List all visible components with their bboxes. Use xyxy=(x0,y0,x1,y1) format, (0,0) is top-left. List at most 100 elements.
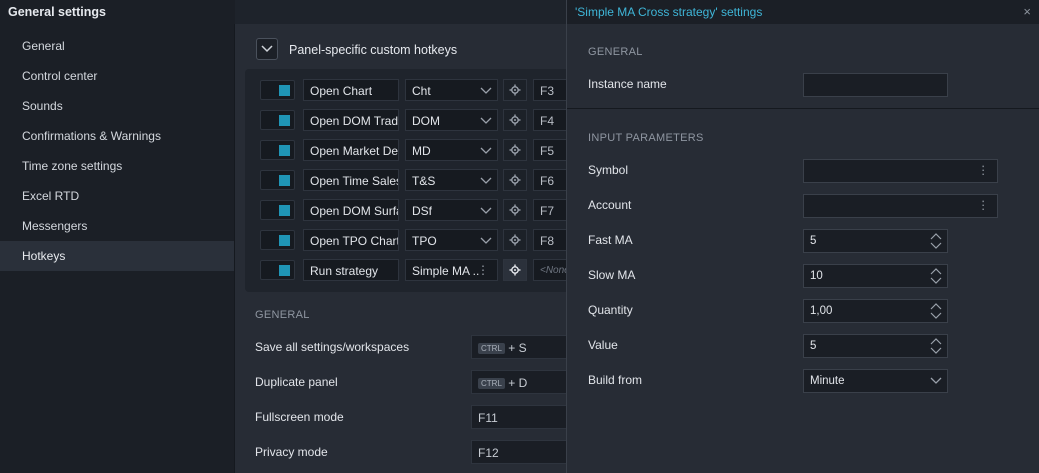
dialog-header: 'Simple MA Cross strategy' settings × xyxy=(567,0,1039,24)
sidebar-item-hotkeys[interactable]: Hotkeys xyxy=(0,241,234,271)
hotkey-toggle[interactable] xyxy=(260,80,295,100)
strategy-settings-dialog: 'Simple MA Cross strategy' settings × GE… xyxy=(566,0,1039,473)
dialog-general-label: GENERAL xyxy=(588,46,643,58)
hotkey-toggle[interactable] xyxy=(260,200,295,220)
hotkey-toggle[interactable] xyxy=(260,110,295,130)
more-options-icon[interactable]: ⋮ xyxy=(477,263,489,277)
hotkey-value: F11 xyxy=(478,411,498,425)
hotkey-panel-value: T&S xyxy=(412,174,436,188)
general-section-label: GENERAL xyxy=(255,309,310,321)
fullscreen-mode-hotkey-field[interactable]: F11 xyxy=(471,405,581,429)
fullscreen-mode-label: Fullscreen mode xyxy=(255,410,344,424)
hotkey-settings-button[interactable] xyxy=(503,169,527,191)
hotkey-row: Open Time Sales T&S F6 xyxy=(260,169,593,191)
hotkey-name-field[interactable]: Open DOM Trad xyxy=(303,109,399,131)
more-options-icon[interactable]: ⋮ xyxy=(978,198,990,212)
instance-name-input[interactable] xyxy=(803,73,948,97)
duplicate-panel-label: Duplicate panel xyxy=(255,375,338,389)
hotkey-toggle[interactable] xyxy=(260,230,295,250)
strategy-value: Simple MA .. xyxy=(412,264,480,278)
gear-icon xyxy=(509,84,521,96)
sidebar-item-confirmations[interactable]: Confirmations & Warnings xyxy=(0,121,234,151)
build-from-select[interactable]: Minute xyxy=(803,369,948,393)
hotkey-panel-value: TPO xyxy=(412,234,437,248)
hotkey-row: Open Market De MD F5 xyxy=(260,139,593,161)
sidebar-item-excel-rtd[interactable]: Excel RTD xyxy=(0,181,234,211)
hotkey-name-field[interactable]: Open Market De xyxy=(303,139,399,161)
spinner-icon xyxy=(930,268,942,284)
value-label: Value xyxy=(588,338,618,352)
strategy-settings-button[interactable] xyxy=(503,259,527,281)
quantity-stepper[interactable]: 1,00 xyxy=(803,299,948,323)
hotkey-name-field[interactable]: Open Time Sales xyxy=(303,169,399,191)
divider xyxy=(567,108,1039,109)
hotkey-toggle[interactable] xyxy=(260,170,295,190)
hotkey-toggle[interactable] xyxy=(260,140,295,160)
gear-icon xyxy=(509,144,521,156)
close-icon[interactable]: × xyxy=(1023,4,1031,19)
dialog-title: 'Simple MA Cross strategy' settings xyxy=(575,5,763,19)
hotkeys-panel: Panel-specific custom hotkeys Open Chart… xyxy=(235,0,593,473)
hotkey-row: Open DOM Surfa DSf F7 xyxy=(260,199,593,221)
chevron-down-icon xyxy=(480,117,492,124)
hotkey-name-field[interactable]: Open DOM Surfa xyxy=(303,199,399,221)
save-settings-hotkey-field[interactable]: CTRL + S xyxy=(471,335,581,359)
hotkey-toggle[interactable] xyxy=(260,260,295,280)
input-parameters-label: INPUT PARAMETERS xyxy=(588,132,704,144)
slow-ma-value: 10 xyxy=(810,270,823,282)
hotkey-panel-select[interactable]: MD xyxy=(405,139,498,161)
slow-ma-stepper[interactable]: 10 xyxy=(803,264,948,288)
chevron-down-icon xyxy=(261,45,273,53)
value-stepper[interactable]: 5 xyxy=(803,334,948,358)
build-from-value: Minute xyxy=(810,375,845,387)
strategy-select[interactable]: Simple MA .. ⋮ xyxy=(405,259,498,281)
hotkey-panel-select[interactable]: Cht xyxy=(405,79,498,101)
hotkey-value: + D xyxy=(508,376,528,390)
hotkey-panel-select[interactable]: TPO xyxy=(405,229,498,251)
sidebar-item-time-zone[interactable]: Time zone settings xyxy=(0,151,234,181)
fast-ma-value: 5 xyxy=(810,235,817,247)
slow-ma-label: Slow MA xyxy=(588,268,636,282)
hotkey-panel-value: DSf xyxy=(412,204,433,218)
chevron-down-icon xyxy=(480,87,492,94)
hotkey-settings-button[interactable] xyxy=(503,109,527,131)
sidebar-item-general[interactable]: General xyxy=(0,31,234,61)
chevron-down-icon xyxy=(480,207,492,214)
sidebar-item-messengers[interactable]: Messengers xyxy=(0,211,234,241)
hotkey-settings-button[interactable] xyxy=(503,79,527,101)
hotkey-name-field[interactable]: Run strategy xyxy=(303,259,399,281)
hotkey-name-field[interactable]: Open Chart xyxy=(303,79,399,101)
more-options-icon[interactable]: ⋮ xyxy=(978,163,990,177)
hotkey-settings-button[interactable] xyxy=(503,139,527,161)
hotkey-name-field[interactable]: Open TPO Chart xyxy=(303,229,399,251)
hotkey-settings-button[interactable] xyxy=(503,199,527,221)
duplicate-panel-hotkey-field[interactable]: CTRL + D xyxy=(471,370,581,394)
symbol-label: Symbol xyxy=(588,163,629,177)
spinner-icon xyxy=(930,303,942,319)
settings-sidebar: General Control center Sounds Confirmati… xyxy=(0,24,235,473)
hotkey-panel-value: Cht xyxy=(412,84,431,98)
spinner-icon xyxy=(930,338,942,354)
save-settings-label: Save all settings/workspaces xyxy=(255,340,410,354)
chevron-down-icon xyxy=(480,177,492,184)
fast-ma-stepper[interactable]: 5 xyxy=(803,229,948,253)
hotkey-row: Open DOM Trad DOM F4 xyxy=(260,109,593,131)
chevron-down-icon xyxy=(930,377,942,384)
hotkey-row: Open Chart Cht F3 xyxy=(260,79,593,101)
sidebar-item-sounds[interactable]: Sounds xyxy=(0,91,234,121)
hotkey-panel-select[interactable]: DOM xyxy=(405,109,498,131)
hotkey-settings-button[interactable] xyxy=(503,229,527,251)
hotkey-panel-select[interactable]: DSf xyxy=(405,199,498,221)
panel-top-strip xyxy=(235,0,566,24)
account-field[interactable]: ⋮ xyxy=(803,194,998,218)
collapse-section-button[interactable] xyxy=(256,38,278,60)
ctrl-key-badge: CTRL xyxy=(478,378,505,389)
hotkey-row: Run strategy Simple MA .. ⋮ <None> xyxy=(260,259,593,281)
hotkey-panel-select[interactable]: T&S xyxy=(405,169,498,191)
gear-icon xyxy=(509,114,521,126)
privacy-mode-hotkey-field[interactable]: F12 xyxy=(471,440,581,464)
sidebar-item-control-center[interactable]: Control center xyxy=(0,61,234,91)
value-value: 5 xyxy=(810,340,817,352)
symbol-field[interactable]: ⋮ xyxy=(803,159,998,183)
gear-icon xyxy=(509,234,521,246)
